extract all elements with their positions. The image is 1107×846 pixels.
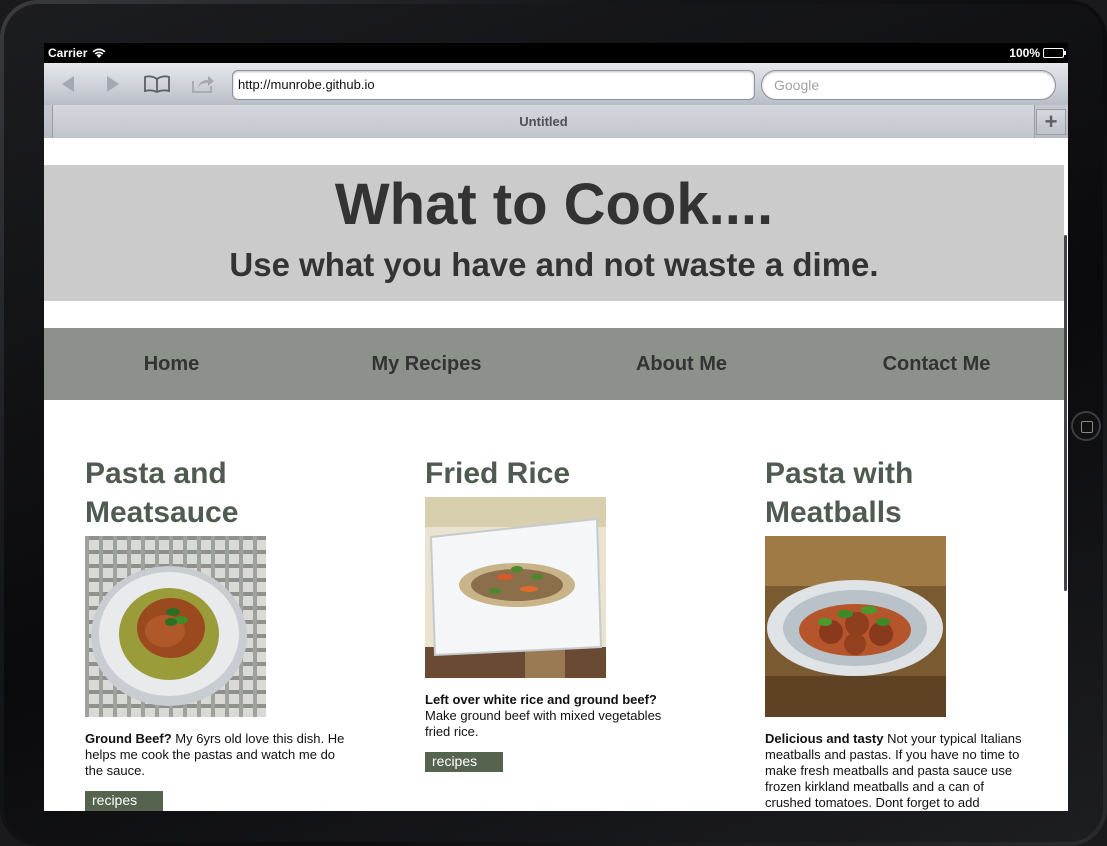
nav-my-recipes[interactable]: My Recipes xyxy=(299,328,554,400)
recipe-title-line1: Fried Rice xyxy=(425,457,571,490)
new-tab-button[interactable]: + xyxy=(1036,109,1066,135)
recipe-card: Fried Rice Left over white rice and grou… xyxy=(425,454,690,772)
carrier-label: Carrier xyxy=(48,46,88,60)
share-icon[interactable] xyxy=(190,72,216,96)
search-field[interactable]: Google xyxy=(761,70,1056,100)
battery-percent: 100% xyxy=(1009,46,1040,60)
nav-home[interactable]: Home xyxy=(44,328,299,400)
recipe-lead: Ground Beef? xyxy=(85,731,172,746)
site-subtitle: Use what you have and not waste a dime. xyxy=(229,245,879,283)
recipe-title: Pasta and Meatsauce xyxy=(85,454,350,532)
home-button[interactable] xyxy=(1071,411,1101,441)
browser-toolbar: http://munrobe.github.io Google xyxy=(44,63,1068,105)
recipe-title-line2: Meatsauce xyxy=(85,496,239,529)
status-bar: Carrier 100% xyxy=(44,43,1068,63)
site-header: What to Cook.... Use what you have and n… xyxy=(44,165,1064,301)
recipe-title-line1: Pasta with xyxy=(765,457,914,490)
back-icon[interactable] xyxy=(55,72,81,96)
recipe-text: Make ground beef with mixed vegetables f… xyxy=(425,708,662,739)
recipe-title-line1: Pasta and xyxy=(85,457,227,490)
recipe-card: Pasta with Meatballs Delicious and tasty… xyxy=(765,454,1030,811)
tab-untitled[interactable]: Untitled xyxy=(52,105,1035,138)
recipe-lead: Left over white rice and ground beef? xyxy=(425,692,657,707)
nav-about-me[interactable]: About Me xyxy=(554,328,809,400)
screen: Carrier 100% http://munrobe.github.io Go… xyxy=(44,43,1068,811)
pasta-meatballs-photo xyxy=(765,536,946,717)
recipe-description: Delicious and tasty Not your typical Ita… xyxy=(765,731,1030,811)
forward-icon[interactable] xyxy=(100,72,126,96)
battery-icon xyxy=(1043,48,1066,58)
pasta-meatsauce-photo xyxy=(85,536,266,717)
recipe-title: Pasta with Meatballs xyxy=(765,454,1030,532)
recipe-title: Fried Rice xyxy=(425,454,690,493)
recipe-title-line2: Meatballs xyxy=(765,496,902,529)
recipe-lead: Delicious and tasty xyxy=(765,731,884,746)
nav-contact-me[interactable]: Contact Me xyxy=(809,328,1064,400)
bookmarks-icon[interactable] xyxy=(144,72,170,96)
fried-rice-photo xyxy=(425,497,606,678)
recipe-card: Pasta and Meatsauce Ground Beef? My 6yrs… xyxy=(85,454,350,811)
recipes-button[interactable]: recipes xyxy=(85,791,163,811)
recipe-description: Ground Beef? My 6yrs old love this dish.… xyxy=(85,731,350,779)
wifi-icon xyxy=(91,47,107,59)
recipe-description: Left over white rice and ground beef? Ma… xyxy=(425,692,690,740)
tab-bar: Untitled + xyxy=(44,105,1068,138)
site-title: What to Cook.... xyxy=(334,172,774,237)
scroll-indicator[interactable] xyxy=(1064,235,1067,591)
site-nav: Home My Recipes About Me Contact Me xyxy=(44,328,1064,400)
recipes-button[interactable]: recipes xyxy=(425,752,503,772)
ipad-frame: Carrier 100% http://munrobe.github.io Go… xyxy=(0,0,1107,846)
web-page: What to Cook.... Use what you have and n… xyxy=(44,138,1068,811)
url-field[interactable]: http://munrobe.github.io xyxy=(232,70,755,100)
